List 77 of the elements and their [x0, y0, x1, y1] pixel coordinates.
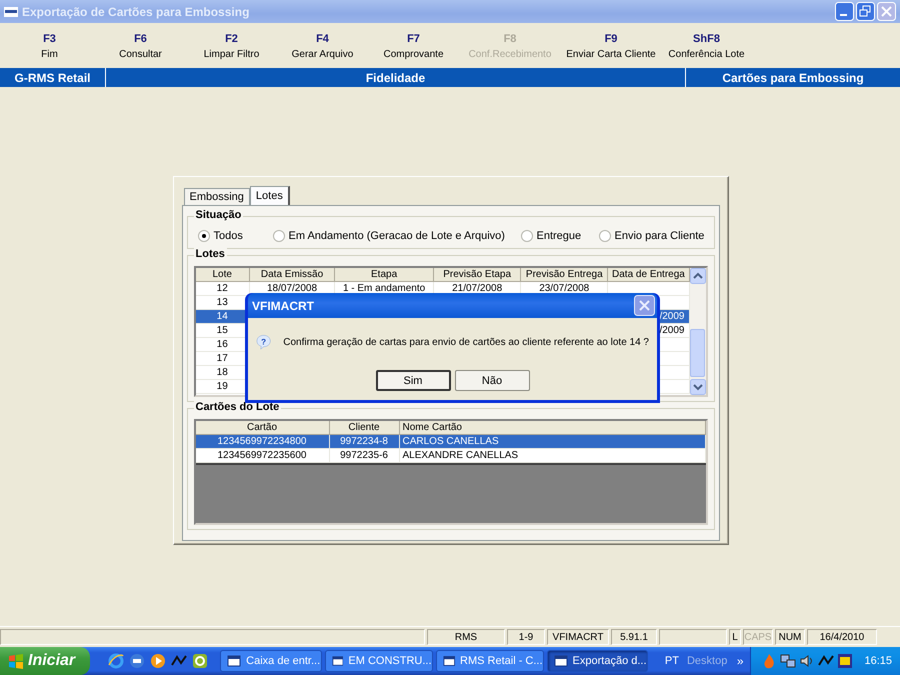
table-cell: 1234569972234800 [196, 435, 330, 449]
column-header[interactable]: Previsão Entrega [521, 268, 608, 282]
column-header[interactable]: Cliente [330, 421, 400, 435]
status-panel: 5.91.1 [611, 629, 657, 645]
column-header[interactable]: Data Emissão [250, 268, 336, 282]
media-player-icon[interactable] [150, 653, 166, 669]
radio-label[interactable]: Envio para Cliente [614, 230, 704, 242]
status-panel: CAPS [743, 629, 773, 645]
status-panel: VFIMACRT [547, 629, 609, 645]
status-panel: 1-9 [507, 629, 545, 645]
group-title: Cartões do Lote [194, 401, 282, 413]
radio-button[interactable] [272, 230, 284, 242]
window-icon [554, 654, 568, 668]
group-title: Lotes [194, 248, 227, 260]
toolbar-label: Desktop [686, 655, 728, 667]
header-label: Fidelidade [106, 68, 686, 87]
scroll-up-icon[interactable] [690, 268, 706, 284]
toolbar-button[interactable]: F7 Comprovante [368, 23, 459, 67]
table-cell: CARLOS CANELLAS [400, 435, 706, 449]
radio-button[interactable] [520, 230, 532, 242]
status-panel [659, 629, 727, 645]
window-icon [442, 654, 456, 668]
toolbar-button[interactable]: F6 Consultar [95, 23, 186, 67]
tab[interactable]: Embossing [184, 188, 250, 205]
table-cell: 9972234-8 [330, 435, 400, 449]
scroll-bar[interactable] [690, 268, 706, 395]
clock: 16:15 [864, 655, 892, 667]
status-panel: 16/4/2010 [807, 629, 877, 645]
status-panel: NUM [775, 629, 805, 645]
tab[interactable]: Lotes [250, 186, 290, 205]
restore-icon[interactable] [856, 2, 875, 21]
radio-label[interactable]: Todos [214, 230, 243, 242]
status-panel: L [729, 629, 741, 645]
column-header[interactable]: Etapa [335, 268, 434, 282]
dialog-message: Confirma geração de cartas para envio de cartões ao cliente referente ao lote 14 ? [283, 336, 649, 348]
scroll-down-icon[interactable] [690, 379, 706, 395]
taskbar-button[interactable]: Exportação d... [546, 650, 648, 672]
window-icon [332, 654, 344, 668]
column-header[interactable]: Previsão Etapa [434, 268, 522, 282]
dialog-button[interactable]: Não [454, 370, 530, 391]
header-label: Cartões para Embossing [721, 70, 865, 86]
toolbar-button[interactable]: F4 Gerar Arquivo [277, 23, 368, 67]
windows-logo-icon [8, 653, 24, 669]
selected-row[interactable]: 1234569972234800 9972234-8 CARLOS CANELLAS [196, 435, 706, 449]
language-indicator[interactable]: PT [660, 655, 683, 667]
toolbar-button[interactable]: ShF8 Conferência Lote [661, 23, 752, 67]
scroll-thumb[interactable] [690, 329, 705, 377]
header-label: G-RMS Retail [0, 68, 106, 87]
close-icon[interactable] [634, 295, 655, 316]
column-header[interactable]: Lote [196, 268, 250, 282]
column-header[interactable]: Nome Cartão [400, 421, 706, 435]
app-icon [4, 6, 18, 18]
radio-button[interactable] [598, 230, 610, 242]
taskbar-button[interactable]: RMS Retail - C... [436, 650, 544, 672]
dialog-title: VFIMACRT [252, 298, 314, 312]
taskbar-button[interactable]: EM CONSTRU... [324, 650, 433, 672]
window-title: Exportação de Cartões para Embossing [22, 4, 250, 18]
network-icon[interactable] [780, 653, 796, 669]
column-header[interactable]: Data de Entrega [608, 268, 690, 282]
status-panel: RMS [427, 629, 505, 645]
more-button[interactable]: » [730, 654, 750, 668]
radio-label[interactable]: Em Andamento (Geracao de Lote e Arquivo) [288, 230, 505, 242]
toolbar-button[interactable]: F9 Enviar Carta Cliente [561, 23, 661, 67]
radio-button[interactable] [198, 230, 210, 242]
toolbar-button[interactable]: F2 Limpar Filtro [186, 23, 277, 67]
minimize-icon[interactable] [835, 2, 854, 21]
group-title: Situação [194, 209, 244, 221]
graphics-icon[interactable] [837, 653, 854, 669]
dialog-button[interactable]: Sim [376, 370, 450, 391]
window-icon [227, 654, 242, 668]
shortcut-icon[interactable] [192, 653, 208, 669]
browser-icon[interactable] [108, 653, 124, 669]
taskbar-button[interactable]: Caixa de entr... [220, 650, 322, 672]
start-button[interactable]: Iniciar [0, 647, 90, 675]
radio-label[interactable]: Entregue [536, 230, 582, 242]
column-header[interactable]: Cartão [196, 421, 330, 435]
toolbar-button[interactable]: F3 Fim [4, 23, 95, 67]
